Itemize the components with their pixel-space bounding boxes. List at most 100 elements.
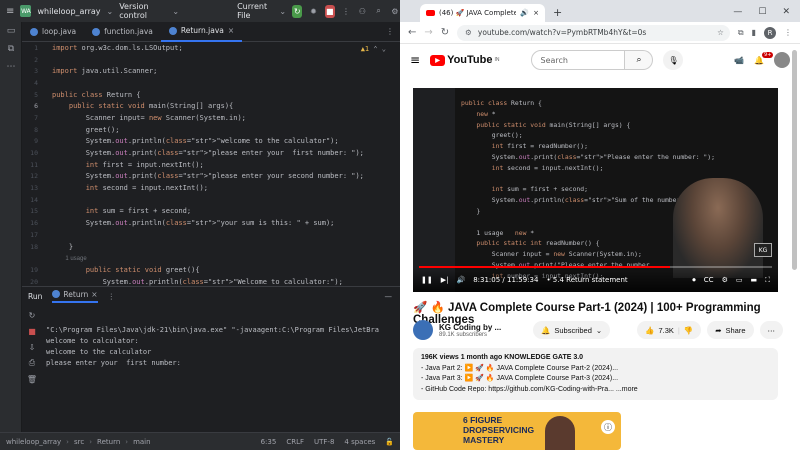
line-ending[interactable]: CRLF xyxy=(286,438,304,446)
code-line[interactable]: 3 import java.util.Scanner; xyxy=(22,65,400,77)
folder-icon[interactable]: ▭ xyxy=(0,22,22,40)
settings-icon[interactable]: ⚙ xyxy=(722,276,728,285)
file-encoding[interactable]: UTF-8 xyxy=(314,438,334,446)
search-icon[interactable]: ⌕ xyxy=(373,5,383,18)
chapter-title[interactable]: • 5.4 Return statement xyxy=(546,276,627,284)
scrollbar[interactable] xyxy=(792,50,797,270)
subscribed-button[interactable]: 🔔 Subscribed ⌄ xyxy=(533,321,611,339)
line-number[interactable]: 10 xyxy=(22,149,44,157)
more-icon[interactable]: ⋮ xyxy=(341,5,351,18)
line-number[interactable]: 18 xyxy=(22,243,44,251)
site-info-icon[interactable]: ⚙ xyxy=(465,28,472,37)
close-icon[interactable]: × xyxy=(91,290,97,299)
code-line[interactable]: 5 public class Return { xyxy=(22,89,400,101)
video-player[interactable]: public class Return { new * public stati… xyxy=(413,88,778,292)
code-line[interactable]: 7 Scanner input= new Scanner(System.in); xyxy=(22,112,400,124)
info-icon[interactable]: ⓘ xyxy=(601,420,615,434)
share-button[interactable]: ➦ Share xyxy=(707,321,754,339)
pause-icon[interactable]: ❚❚ xyxy=(421,276,433,284)
add-user-icon[interactable]: ⚇ xyxy=(357,5,367,18)
channel-avatar[interactable] xyxy=(413,320,433,340)
more-tools-icon[interactable]: ⋯ xyxy=(0,58,22,76)
code-line[interactable]: 15 int sum = first + second; xyxy=(22,206,400,218)
like-button[interactable]: 👍 7.3K | 👎 xyxy=(637,321,702,339)
code-line[interactable]: 8 greet(); xyxy=(22,124,400,136)
line-number[interactable]: 2 xyxy=(22,56,44,64)
line-number[interactable]: 5 xyxy=(22,91,44,99)
settings-icon[interactable]: ⚙ xyxy=(390,5,400,18)
code-line[interactable]: 1 import org.w3c.dom.ls.LSOutput; xyxy=(22,42,400,54)
bookmark-icon[interactable]: ☆ xyxy=(717,28,730,37)
code-line[interactable]: 18 } xyxy=(22,241,400,253)
line-number[interactable]: 12 xyxy=(22,172,44,180)
indent-setting[interactable]: 4 spaces xyxy=(344,438,375,446)
ad-banner[interactable]: 6 FIGURE DROPSERVICING MASTERY ⓘ xyxy=(413,412,621,450)
captions-icon[interactable]: CC xyxy=(704,276,714,285)
media-icon[interactable]: ▮ xyxy=(752,28,756,37)
line-number[interactable]: 3 xyxy=(22,67,44,75)
search-icon[interactable]: ⌕ xyxy=(625,50,654,70)
line-number[interactable]: 15 xyxy=(22,207,44,215)
code-line[interactable]: 19 public static void greet(){ xyxy=(22,264,400,276)
line-number[interactable]: 1 xyxy=(22,44,44,52)
status-crumb-project[interactable]: whileloop_array xyxy=(6,438,61,446)
thumbs-down-icon[interactable]: 👎 xyxy=(684,326,693,335)
avatar[interactable] xyxy=(774,52,790,68)
back-icon[interactable]: ← xyxy=(408,27,416,38)
trash-icon[interactable]: 🗑 xyxy=(22,371,42,387)
close-icon[interactable]: × xyxy=(533,9,539,17)
run-config[interactable]: Current File xyxy=(237,2,273,20)
new-tab-icon[interactable]: + xyxy=(545,6,570,22)
caret-position[interactable]: 6:35 xyxy=(261,438,277,446)
rerun-icon[interactable]: ↻ xyxy=(22,307,42,323)
line-number[interactable]: 17 xyxy=(22,231,44,239)
address-bar[interactable]: ⚙ youtube.com/watch?v=PymbRTMb4hY&t=0s ☆ xyxy=(457,24,730,41)
theater-icon[interactable]: ▬ xyxy=(750,276,757,285)
minimize-icon[interactable]: — xyxy=(733,7,742,17)
code-line[interactable]: 1 usage xyxy=(22,252,400,264)
reload-icon[interactable]: ↻ xyxy=(441,27,449,38)
menu-icon[interactable]: ≡ xyxy=(6,6,14,17)
code-line[interactable]: 6 public static void main(String[] args)… xyxy=(22,100,400,112)
tab-loop[interactable]: loop.java xyxy=(22,22,84,42)
code-line[interactable]: 4 xyxy=(22,77,400,89)
line-number[interactable]: 8 xyxy=(22,126,44,134)
tab-function[interactable]: function.java xyxy=(84,22,161,42)
stop-icon[interactable]: ■ xyxy=(324,4,335,18)
code-line[interactable]: 9 System.out.println(class="str">"welcom… xyxy=(22,136,400,148)
autoplay-toggle[interactable]: ⏺ xyxy=(692,276,696,285)
line-number[interactable]: 16 xyxy=(22,219,44,227)
lock-icon[interactable]: 🔓 xyxy=(385,438,394,446)
description-box[interactable]: 196K views 1 month ago KNOWLEDGE GATE 3.… xyxy=(413,348,778,400)
debug-icon[interactable]: ✹ xyxy=(308,5,318,18)
close-icon[interactable]: × xyxy=(228,26,234,35)
tab-return[interactable]: Return.java × xyxy=(160,22,243,42)
maximize-icon[interactable]: ☐ xyxy=(758,7,766,17)
vcs-widget[interactable]: Version control xyxy=(119,2,166,20)
line-number[interactable]: 7 xyxy=(22,114,44,122)
more-icon[interactable]: ⋮ xyxy=(108,292,116,301)
miniplayer-icon[interactable]: ▭ xyxy=(736,276,743,285)
volume-icon[interactable]: 🔊 xyxy=(456,276,465,284)
run-tab[interactable]: Run xyxy=(28,292,42,301)
code-editor[interactable]: ▲1 ⌃ ⌄ 1 import org.w3c.dom.ls.LSOutput; 2… xyxy=(22,42,400,286)
extensions-icon[interactable]: ⧉ xyxy=(738,28,744,38)
status-crumb-method[interactable]: main xyxy=(133,438,151,446)
line-number[interactable]: 11 xyxy=(22,161,44,169)
fullscreen-icon[interactable]: ⛶ xyxy=(765,276,770,285)
code-line[interactable]: 17 xyxy=(22,229,400,241)
line-number[interactable]: 19 xyxy=(22,266,44,274)
youtube-logo[interactable]: ▶ YouTube IN xyxy=(430,54,499,66)
line-number[interactable]: 4 xyxy=(22,79,44,87)
notifications-icon[interactable]: 🔔 9+ xyxy=(754,51,774,65)
code-line[interactable]: 2 xyxy=(22,54,400,66)
hamburger-icon[interactable]: ≡ xyxy=(410,53,420,67)
warning-indicator[interactable]: ▲1 ⌃ ⌄ xyxy=(361,45,386,53)
project-name[interactable]: whileloop_array xyxy=(37,7,100,16)
close-window-icon[interactable]: ✕ xyxy=(782,7,790,17)
stop-icon[interactable]: ■ xyxy=(22,323,42,339)
search-input[interactable]: Search xyxy=(531,50,626,70)
rerun-icon[interactable]: ↻ xyxy=(292,4,303,18)
scroll-end-icon[interactable]: ⇩ xyxy=(22,339,42,355)
code-line[interactable]: 16 System.out.println(class="str">"your … xyxy=(22,217,400,229)
